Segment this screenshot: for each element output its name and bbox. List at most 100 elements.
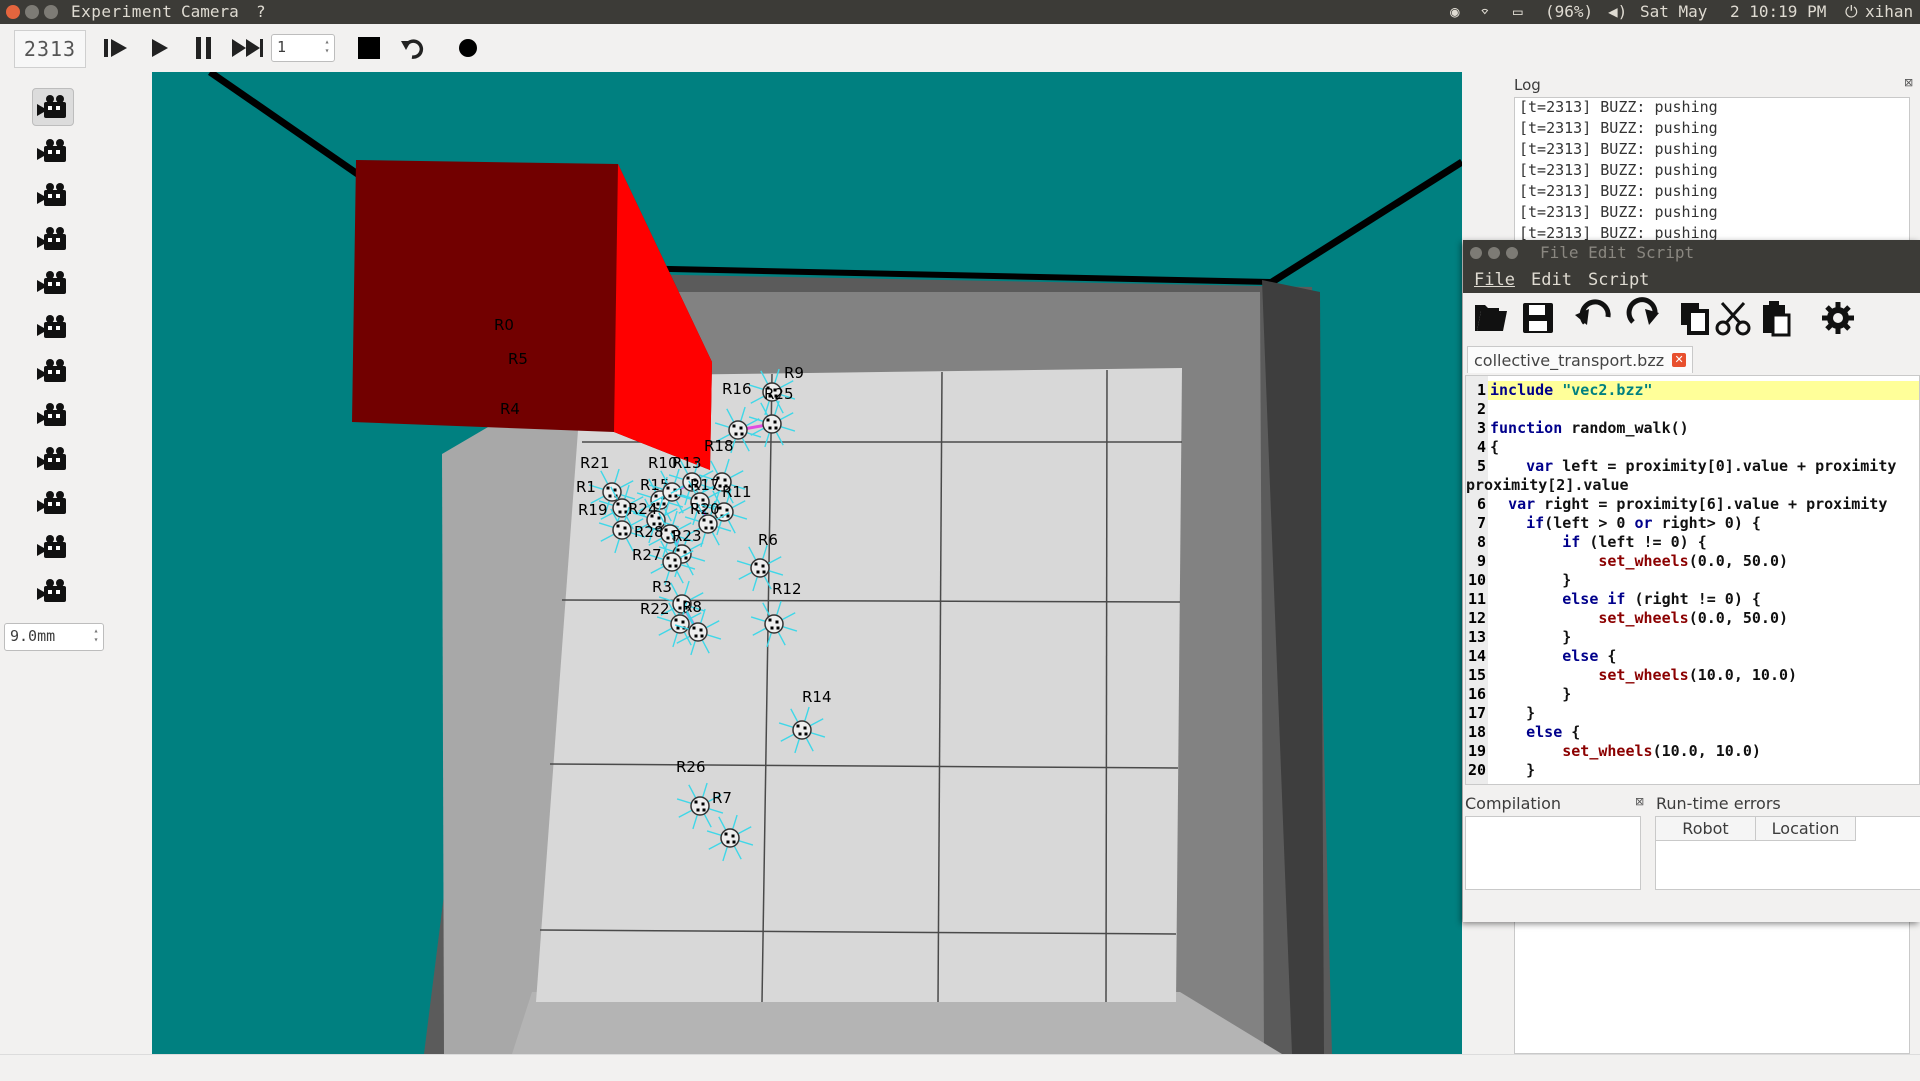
robot-label: R28 xyxy=(634,523,664,541)
save-icon[interactable] xyxy=(1523,303,1553,333)
wifi-icon[interactable]: ⌔ xyxy=(1480,2,1490,21)
camera-button-11[interactable] xyxy=(32,528,74,566)
line-number: 13 xyxy=(1467,628,1486,646)
camera-button-7[interactable] xyxy=(32,352,74,390)
editor-close-button[interactable] xyxy=(1470,247,1482,259)
robot-marker xyxy=(766,418,770,422)
log-float-icon[interactable]: ⊠ xyxy=(1904,76,1913,89)
code-text: else { xyxy=(1526,723,1581,741)
record-button[interactable] xyxy=(454,34,482,62)
robot-label: R23 xyxy=(672,527,702,545)
menu-edit[interactable]: Edit xyxy=(1531,270,1572,290)
menu-script[interactable]: Script xyxy=(1588,270,1649,290)
clock-label[interactable]: 2 10:19 PM xyxy=(1730,2,1826,21)
undo-icon[interactable] xyxy=(1575,299,1611,325)
video-camera-icon xyxy=(37,535,66,558)
camera-button-9[interactable] xyxy=(32,440,74,478)
compilation-output[interactable] xyxy=(1465,816,1641,890)
spin-arrows-icon[interactable]: ▴ ▾ xyxy=(322,37,332,55)
camera-button-8[interactable] xyxy=(32,396,74,434)
robot-label: R26 xyxy=(676,758,706,776)
video-camera-icon xyxy=(37,95,66,118)
fast-forward-button[interactable] xyxy=(229,34,265,62)
status-bar xyxy=(0,1054,1920,1081)
cut-icon[interactable] xyxy=(1715,301,1751,336)
robot-marker xyxy=(666,556,670,560)
stop-button[interactable] xyxy=(354,34,384,62)
editor-toolbar xyxy=(1463,293,1920,341)
menu-camera[interactable]: Camera xyxy=(181,2,239,21)
step-button[interactable] xyxy=(100,34,132,62)
code-line: proximity[2].value xyxy=(1466,476,1919,495)
camera-button-6[interactable] xyxy=(32,308,74,346)
video-camera-icon xyxy=(37,315,66,338)
robot-marker xyxy=(762,570,766,574)
steps-per-tick-input[interactable]: 1 ▴ ▾ xyxy=(271,34,335,62)
robot-marker xyxy=(674,564,678,568)
camera-button-4[interactable] xyxy=(32,220,74,258)
copy-icon[interactable] xyxy=(1681,303,1709,335)
robot-marker xyxy=(664,528,668,532)
menu-file[interactable]: File xyxy=(1474,270,1515,290)
reset-button[interactable] xyxy=(398,34,428,62)
line-number: 20 xyxy=(1467,761,1486,779)
close-window-button[interactable] xyxy=(6,5,20,19)
code-editor[interactable]: 1 include "vec2.bzz" 2 3 function random_wal… xyxy=(1465,375,1920,785)
column-header-robot[interactable]: Robot xyxy=(1656,817,1756,841)
camera-button-1[interactable] xyxy=(32,88,74,126)
robot-marker xyxy=(692,626,696,630)
robot-marker xyxy=(683,550,687,554)
line-number: 12 xyxy=(1467,609,1486,627)
settings-gear-icon[interactable] xyxy=(1822,302,1854,334)
line-number: 1 xyxy=(1476,381,1486,399)
paste-icon[interactable] xyxy=(1763,301,1791,337)
close-tab-icon[interactable]: ✕ xyxy=(1672,353,1687,367)
user-name[interactable]: xihan xyxy=(1865,2,1913,21)
script-editor-window: File Edit Script File Edit Script collec… xyxy=(1463,240,1920,922)
code-text: if (left != 0) { xyxy=(1562,533,1707,551)
pause-button[interactable] xyxy=(190,34,218,62)
play-button[interactable] xyxy=(145,34,173,62)
robot-label: R19 xyxy=(578,501,608,519)
robot-marker xyxy=(768,618,772,622)
line-number: 15 xyxy=(1467,666,1486,684)
line-number: 5 xyxy=(1476,457,1486,475)
focal-length-input[interactable]: 9.0mm ▴ ▾ xyxy=(4,623,104,651)
log-line: [t=2313] BUZZ: pushing xyxy=(1519,119,1718,137)
robot-label: R11 xyxy=(722,483,752,501)
robot-label: R1 xyxy=(576,478,596,496)
editor-minimize-button[interactable] xyxy=(1488,247,1500,259)
robot-marker xyxy=(668,564,672,568)
robot-body xyxy=(720,828,740,848)
robot-marker xyxy=(616,502,620,506)
camera-button-2[interactable] xyxy=(32,132,74,170)
camera-button-12[interactable] xyxy=(32,572,74,610)
robot-marker xyxy=(676,598,680,602)
minimize-window-button[interactable] xyxy=(25,5,39,19)
battery-icon[interactable]: ▭ xyxy=(1513,2,1523,21)
robot-label: R21 xyxy=(580,454,610,472)
runtime-errors-table[interactable]: Robot Location xyxy=(1655,816,1920,890)
camera-button-5[interactable] xyxy=(32,264,74,302)
editor-maximize-button[interactable] xyxy=(1506,247,1518,259)
robot-marker xyxy=(770,626,774,630)
maximize-window-button[interactable] xyxy=(44,5,58,19)
redo-icon[interactable] xyxy=(1626,297,1659,325)
menu-help[interactable]: ? xyxy=(256,2,266,21)
float-panel-icon[interactable]: ⊠ xyxy=(1635,795,1644,808)
robot-marker xyxy=(732,840,736,844)
file-tab[interactable]: collective_transport.bzz ✕ xyxy=(1467,346,1694,373)
camera-button-3[interactable] xyxy=(32,176,74,214)
power-icon[interactable]: ⏻ xyxy=(1845,2,1858,22)
indicator-icon[interactable]: ◉ xyxy=(1450,2,1460,21)
line-number: 6 xyxy=(1476,495,1486,513)
open-folder-icon[interactable] xyxy=(1475,305,1507,331)
column-header-location[interactable]: Location xyxy=(1756,817,1856,841)
spin-arrows-icon[interactable]: ▴ ▾ xyxy=(91,626,101,644)
robot-label: R3 xyxy=(652,578,672,596)
simulation-3d-viewport[interactable]: R0 R5 R4 R9 R16 R25 R18 R21 R1 R15 R10 R13 R17 R11 R19… xyxy=(152,72,1462,1054)
volume-icon[interactable]: ◀) xyxy=(1608,2,1627,21)
camera-button-10[interactable] xyxy=(32,484,74,522)
robot-marker xyxy=(676,548,680,552)
date-label[interactable]: Sat May xyxy=(1640,2,1707,21)
